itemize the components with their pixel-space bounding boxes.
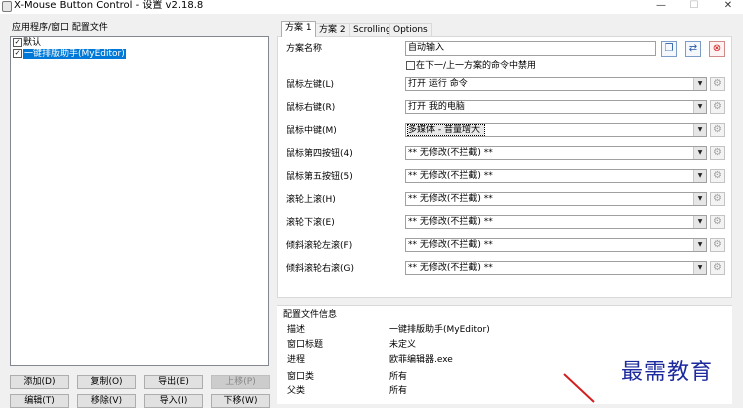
profile-item-label: 默认 (23, 38, 42, 48)
profile-info-panel (277, 305, 732, 404)
mouse-app-icon (2, 1, 12, 12)
profile-info-title: 配置文件信息 (283, 310, 338, 320)
profile-checkbox[interactable]: ✓ (13, 49, 22, 58)
mapping-label-right: 鼠标右键(R) (286, 103, 336, 113)
remove-button[interactable]: 移除(V) (77, 394, 136, 408)
mapping-value: 多媒体 - 音量增大 (407, 124, 485, 136)
gear-icon[interactable]: ⚙ (710, 100, 725, 114)
gear-icon[interactable]: ⚙ (710, 146, 725, 160)
chevron-down-icon[interactable]: ▼ (693, 124, 706, 136)
profile-item-default[interactable]: ✓ 默认 (13, 38, 41, 49)
mapping-select-button4[interactable]: ** 无修改(不拦截) ** ▼ (405, 146, 707, 160)
mapping-value: ** 无修改(不拦截) ** (408, 171, 493, 181)
info-label-window-title: 窗口标题 (287, 340, 324, 350)
window-title: X-Mouse Button Control - 设置 v2.18.8 (14, 0, 204, 11)
info-label-process: 进程 (287, 355, 306, 365)
gear-icon[interactable]: ⚙ (710, 169, 725, 183)
chevron-down-icon[interactable]: ▼ (693, 78, 706, 90)
import-button[interactable]: 导入(I) (144, 394, 203, 408)
copy-icon[interactable]: ❐ (661, 41, 677, 57)
mapping-select-tilt-right[interactable]: ** 无修改(不拦截) ** ▼ (405, 261, 707, 275)
tab-scheme-1[interactable]: 方案 1 (281, 21, 316, 37)
scheme-name-label: 方案名称 (286, 44, 323, 54)
scheme-name-value: 自动输入 (408, 43, 445, 53)
scheme-name-input[interactable]: 自动输入 (405, 41, 656, 56)
mapping-value: 打开 运行 命令 (408, 79, 468, 89)
export-button[interactable]: 导出(E) (144, 375, 203, 389)
mapping-value: ** 无修改(不拦截) ** (408, 194, 493, 204)
add-button[interactable]: 添加(D) (10, 375, 69, 389)
info-value-parent-class: 所有 (389, 386, 408, 396)
chevron-down-icon[interactable]: ▼ (693, 147, 706, 159)
info-value-description: 一键排版助手(MyEditor) (389, 325, 490, 335)
mapping-label-tilt-right: 倾斜滚轮右滚(G) (286, 264, 354, 274)
minimize-button[interactable]: — (647, 0, 675, 14)
watermark-text: 最需教育 (621, 360, 714, 385)
profile-checkbox[interactable]: ✓ (13, 38, 22, 47)
mapping-select-button5[interactable]: ** 无修改(不拦截) ** ▼ (405, 169, 707, 183)
info-label-parent-class: 父类 (287, 386, 306, 396)
mapping-label-button5: 鼠标第五按钮(5) (286, 172, 353, 182)
mapping-value: 打开 我的电脑 (408, 102, 465, 112)
mapping-label-middle: 鼠标中键(M) (286, 126, 337, 136)
info-value-window-title: 未定义 (389, 340, 417, 350)
move-up-button[interactable]: 上移(P) (211, 375, 270, 389)
maximize-button[interactable]: ☐ (680, 0, 708, 14)
gear-icon[interactable]: ⚙ (710, 123, 725, 137)
mapping-select-wheel-up[interactable]: ** 无修改(不拦截) ** ▼ (405, 192, 707, 206)
chevron-down-icon[interactable]: ▼ (693, 239, 706, 251)
chevron-down-icon[interactable]: ▼ (693, 193, 706, 205)
mapping-label-wheel-down: 滚轮下滚(E) (286, 218, 335, 228)
mapping-value: ** 无修改(不拦截) ** (408, 240, 493, 250)
close-button[interactable]: ✕ (714, 0, 742, 14)
gear-icon[interactable]: ⚙ (710, 192, 725, 206)
chevron-down-icon[interactable]: ▼ (693, 170, 706, 182)
copy-button[interactable]: 复制(O) (77, 375, 136, 389)
info-label-description: 描述 (287, 325, 306, 335)
mapping-select-tilt-left[interactable]: ** 无修改(不拦截) ** ▼ (405, 238, 707, 252)
gear-icon[interactable]: ⚙ (710, 77, 725, 91)
mapping-select-left[interactable]: 打开 运行 命令 ▼ (405, 77, 707, 91)
mapping-value: ** 无修改(不拦截) ** (408, 148, 493, 158)
move-down-button[interactable]: 下移(W) (211, 394, 270, 408)
disable-checkbox[interactable] (406, 61, 415, 70)
mapping-select-wheel-down[interactable]: ** 无修改(不拦截) ** ▼ (405, 215, 707, 229)
mapping-select-middle[interactable]: 多媒体 - 音量增大 ▼ (405, 123, 707, 137)
gear-icon[interactable]: ⚙ (710, 215, 725, 229)
delete-icon[interactable]: ⊗ (709, 41, 725, 57)
annotation-arrow (563, 373, 595, 403)
profile-list[interactable]: ✓ 默认 ✓ 一键排版助手(MyEditor) (10, 36, 269, 366)
disable-checkbox-row[interactable]: 在下一/上一方案的命令中禁用 (406, 61, 536, 72)
profile-item-label: 一键排版助手(MyEditor) (23, 49, 126, 59)
profile-item-myeditor[interactable]: ✓ 一键排版助手(MyEditor) (13, 49, 126, 60)
swap-icon[interactable]: ⇄ (685, 41, 701, 57)
mapping-label-left: 鼠标左键(L) (286, 80, 335, 90)
chevron-down-icon[interactable]: ▼ (693, 101, 706, 113)
disable-checkbox-label: 在下一/上一方案的命令中禁用 (416, 61, 537, 71)
mapping-label-button4: 鼠标第四按钮(4) (286, 149, 353, 159)
mapping-label-tilt-left: 倾斜滚轮左滚(F) (286, 241, 353, 251)
tab-scheme-2[interactable]: 方案 2 (315, 23, 350, 36)
info-label-window-class: 窗口类 (287, 372, 315, 382)
tab-options[interactable]: Options (389, 23, 432, 36)
scheme-panel (277, 36, 732, 298)
mapping-select-right[interactable]: 打开 我的电脑 ▼ (405, 100, 707, 114)
mapping-value: ** 无修改(不拦截) ** (408, 217, 493, 227)
chevron-down-icon[interactable]: ▼ (693, 216, 706, 228)
gear-icon[interactable]: ⚙ (710, 238, 725, 252)
gear-icon[interactable]: ⚙ (710, 261, 725, 275)
edit-button[interactable]: 编辑(T) (10, 394, 69, 408)
profile-list-title: 应用程序/窗口 配置文件 (12, 23, 108, 33)
info-value-window-class: 所有 (389, 372, 408, 382)
mapping-value: ** 无修改(不拦截) ** (408, 263, 493, 273)
mapping-label-wheel-up: 滚轮上滚(H) (286, 195, 336, 205)
chevron-down-icon[interactable]: ▼ (693, 262, 706, 274)
info-value-process: 欧菲编辑器.exe (389, 355, 453, 365)
